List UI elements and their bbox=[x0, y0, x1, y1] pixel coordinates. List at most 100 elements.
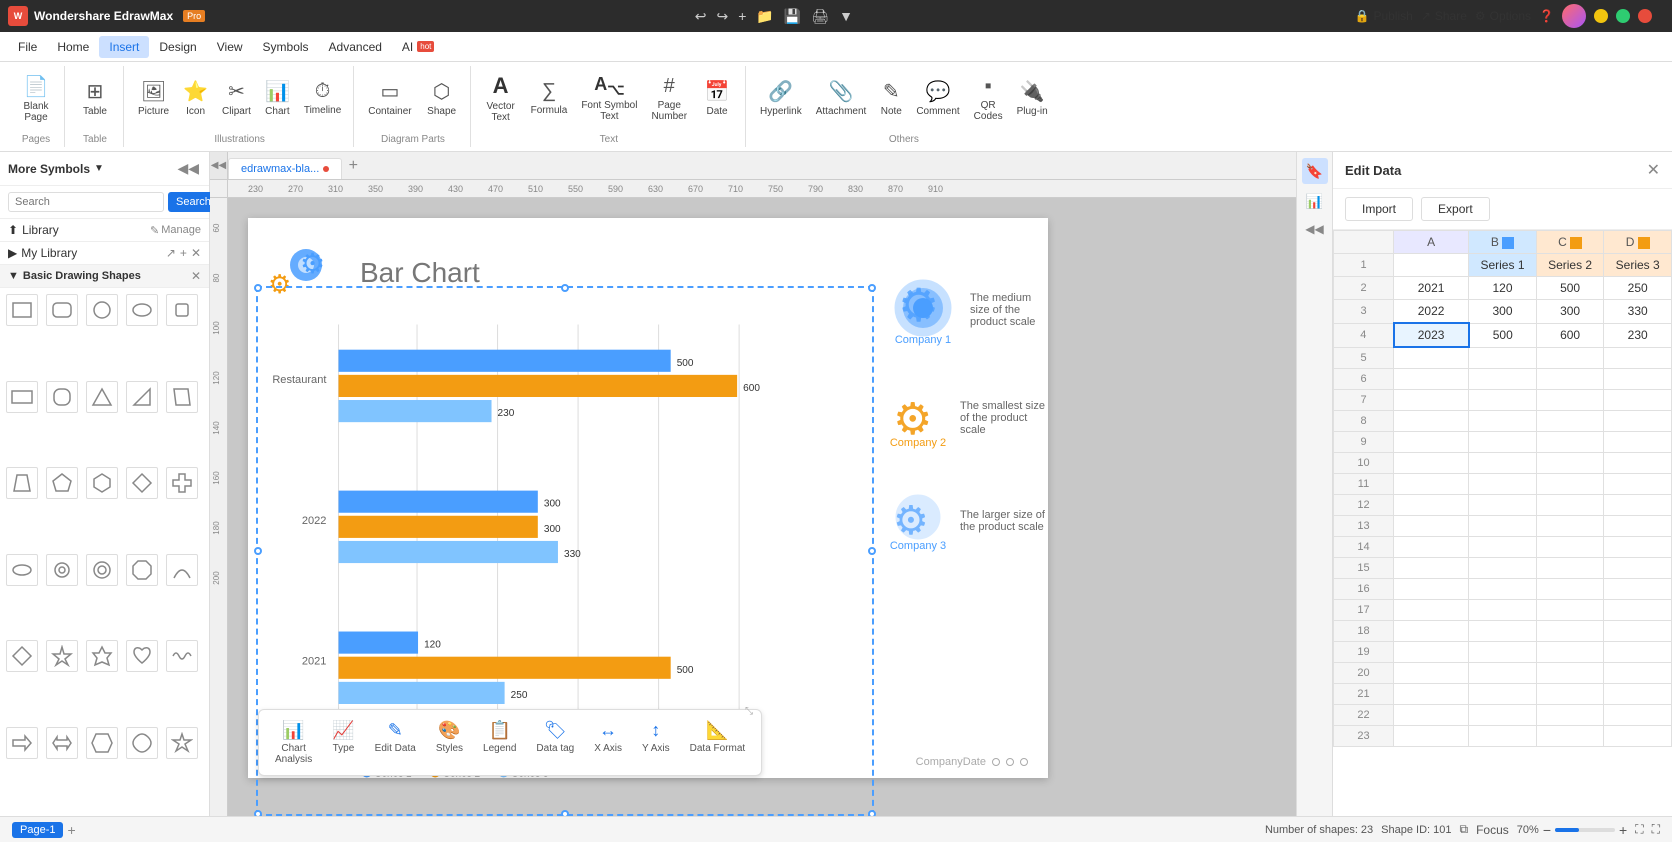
cell-a-20[interactable] bbox=[1394, 662, 1469, 683]
menu-advanced[interactable]: Advanced bbox=[319, 36, 392, 58]
shape-circle2[interactable] bbox=[46, 554, 78, 586]
minimize-button[interactable] bbox=[1594, 9, 1608, 23]
cell-b-4[interactable]: 500 bbox=[1469, 323, 1537, 347]
chart-x-axis-button[interactable]: ↔ X Axis bbox=[588, 716, 628, 769]
cell-d-11[interactable] bbox=[1604, 473, 1672, 494]
cell-b-22[interactable] bbox=[1469, 704, 1537, 725]
cell-b-6[interactable] bbox=[1469, 368, 1537, 389]
cell-a-19[interactable] bbox=[1394, 641, 1469, 662]
page-number-button[interactable]: # PageNumber bbox=[645, 71, 693, 126]
manage-button[interactable]: ✎ Manage bbox=[150, 224, 201, 237]
cell-d-20[interactable] bbox=[1604, 662, 1672, 683]
maximize-button[interactable] bbox=[1616, 9, 1630, 23]
handle-tm[interactable] bbox=[561, 284, 569, 292]
menu-symbols[interactable]: Symbols bbox=[253, 36, 319, 58]
hyperlink-button[interactable]: 🔗 Hyperlink bbox=[754, 75, 808, 121]
layer-mode-button[interactable]: ⧉ bbox=[1460, 822, 1469, 837]
cell-c-19[interactable] bbox=[1536, 641, 1604, 662]
shape-star5[interactable] bbox=[166, 727, 198, 759]
shape-star4[interactable] bbox=[46, 640, 78, 672]
picture-button[interactable]: 🖼 Picture bbox=[132, 75, 175, 121]
bookmarks-icon-button[interactable]: 🔖 bbox=[1302, 158, 1328, 184]
help-button[interactable]: ❓ bbox=[1539, 9, 1554, 23]
cell-c-18[interactable] bbox=[1536, 620, 1604, 641]
menu-home[interactable]: Home bbox=[47, 36, 99, 58]
fullscreen-button[interactable]: ⛶ bbox=[1652, 822, 1660, 837]
cell-b-3[interactable]: 300 bbox=[1469, 300, 1537, 324]
fit-page-button[interactable]: ⛶ bbox=[1635, 822, 1643, 837]
chart-y-axis-button[interactable]: ↕ Y Axis bbox=[636, 716, 676, 769]
cell-d-17[interactable] bbox=[1604, 599, 1672, 620]
chart-data-tag-button[interactable]: 🏷 Data tag bbox=[530, 716, 580, 769]
cell-a-13[interactable] bbox=[1394, 515, 1469, 536]
cell-d-1[interactable]: Series 3 bbox=[1604, 254, 1672, 277]
cell-c-2[interactable]: 500 bbox=[1536, 277, 1604, 300]
font-symbol-button[interactable]: A⌥ Font SymbolText bbox=[575, 70, 643, 127]
shape-wave[interactable] bbox=[166, 640, 198, 672]
save-button[interactable]: 💾 bbox=[780, 6, 805, 27]
cell-d-14[interactable] bbox=[1604, 536, 1672, 557]
chart-legend-button[interactable]: 📋 Legend bbox=[477, 716, 522, 769]
cell-d-10[interactable] bbox=[1604, 452, 1672, 473]
my-library-close-button[interactable]: ✕ bbox=[191, 246, 201, 260]
cell-d-13[interactable] bbox=[1604, 515, 1672, 536]
cell-d-12[interactable] bbox=[1604, 494, 1672, 515]
cell-a-12[interactable] bbox=[1394, 494, 1469, 515]
tab-edrawmax[interactable]: edrawmax-bla... bbox=[228, 158, 342, 179]
shape-hexagon2[interactable] bbox=[86, 727, 118, 759]
toolbar-resize-handle[interactable]: ⤡ bbox=[745, 704, 757, 719]
table-button[interactable]: ⊞ Table bbox=[73, 75, 117, 121]
shape-triangle[interactable] bbox=[86, 381, 118, 413]
cell-d-18[interactable] bbox=[1604, 620, 1672, 641]
attachment-button[interactable]: 📎 Attachment bbox=[810, 75, 873, 121]
cell-a-9[interactable] bbox=[1394, 431, 1469, 452]
shape-button[interactable]: ⬡ Shape bbox=[420, 75, 464, 121]
cell-b-16[interactable] bbox=[1469, 578, 1537, 599]
shape-rectangle[interactable] bbox=[6, 294, 38, 326]
chart-styles-button[interactable]: 🎨 Styles bbox=[430, 716, 469, 769]
menu-design[interactable]: Design bbox=[149, 36, 206, 58]
icon-button[interactable]: ⭐ Icon bbox=[177, 75, 214, 121]
cell-b-21[interactable] bbox=[1469, 683, 1537, 704]
shape-octagon[interactable] bbox=[126, 554, 158, 586]
close-button[interactable] bbox=[1638, 9, 1652, 23]
import-button[interactable]: Import bbox=[1345, 197, 1413, 221]
cell-d-22[interactable] bbox=[1604, 704, 1672, 725]
my-library-add-button[interactable]: + bbox=[180, 246, 187, 260]
publish-button[interactable]: 🔒 Publish bbox=[1355, 9, 1413, 23]
cell-c-7[interactable] bbox=[1536, 389, 1604, 410]
options-button[interactable]: ⚙ Options bbox=[1475, 9, 1531, 23]
cell-c-15[interactable] bbox=[1536, 557, 1604, 578]
cell-d-21[interactable] bbox=[1604, 683, 1672, 704]
shape-ring[interactable] bbox=[86, 554, 118, 586]
cell-a-8[interactable] bbox=[1394, 410, 1469, 431]
shape-hexagon[interactable] bbox=[86, 467, 118, 499]
shape-arrow-r[interactable] bbox=[6, 727, 38, 759]
chart-data-format-button[interactable]: 📐 Data Format bbox=[684, 716, 752, 769]
cell-a-17[interactable] bbox=[1394, 599, 1469, 620]
menu-ai[interactable]: AI hot bbox=[392, 36, 444, 58]
cell-c-1[interactable]: Series 2 bbox=[1536, 254, 1604, 277]
cell-a-4[interactable]: 2023 bbox=[1394, 323, 1469, 347]
cell-c-10[interactable] bbox=[1536, 452, 1604, 473]
my-library-export-button[interactable]: ↗ bbox=[166, 246, 176, 260]
cell-d-19[interactable] bbox=[1604, 641, 1672, 662]
chart-analysis-button[interactable]: 📊 ChartAnalysis bbox=[269, 716, 318, 769]
handle-tr[interactable] bbox=[868, 284, 876, 292]
cell-b-5[interactable] bbox=[1469, 347, 1537, 368]
cell-a-6[interactable] bbox=[1394, 368, 1469, 389]
cell-d-9[interactable] bbox=[1604, 431, 1672, 452]
note-button[interactable]: ✎ Note bbox=[874, 75, 908, 121]
handle-tl[interactable] bbox=[254, 284, 262, 292]
clipart-button[interactable]: ✂ Clipart bbox=[216, 75, 257, 121]
cell-c-17[interactable] bbox=[1536, 599, 1604, 620]
shape-heart[interactable] bbox=[126, 640, 158, 672]
cell-b-15[interactable] bbox=[1469, 557, 1537, 578]
shapes-section-close-button[interactable]: ✕ bbox=[191, 269, 201, 283]
chart-icon-button-side[interactable]: 📊 bbox=[1302, 188, 1328, 214]
cell-a-22[interactable] bbox=[1394, 704, 1469, 725]
timeline-button[interactable]: ⏱ Timeline bbox=[298, 76, 347, 120]
shape-oval[interactable] bbox=[126, 294, 158, 326]
cell-a-21[interactable] bbox=[1394, 683, 1469, 704]
cell-b-7[interactable] bbox=[1469, 389, 1537, 410]
